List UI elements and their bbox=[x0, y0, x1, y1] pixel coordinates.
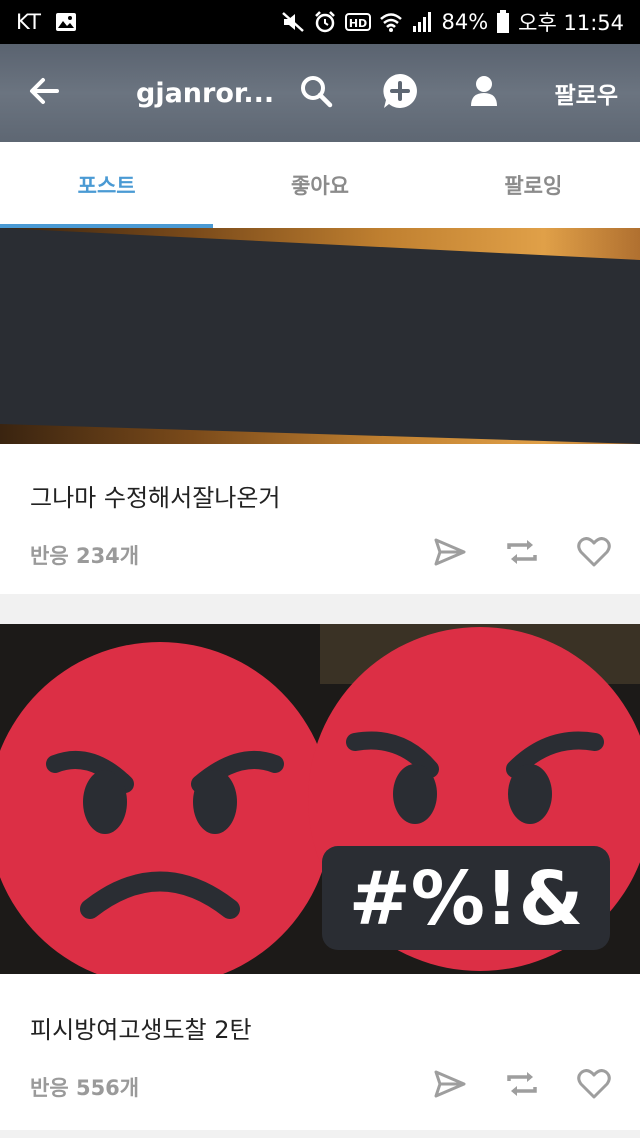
search-icon bbox=[299, 74, 333, 112]
tab-bar: 포스트 좋아요 팔로잉 bbox=[0, 142, 640, 228]
send-icon bbox=[433, 537, 467, 571]
heart-icon bbox=[577, 537, 611, 571]
like-button[interactable] bbox=[574, 534, 614, 574]
post-card: 그나마 수정해서잘나온거 반응 234개 bbox=[0, 228, 640, 594]
mute-icon bbox=[281, 11, 305, 33]
reaction-count[interactable]: 반응 556개 bbox=[30, 1072, 139, 1102]
clock: 오후 11:54 bbox=[518, 11, 624, 35]
battery-icon bbox=[496, 10, 510, 34]
reblog-icon bbox=[505, 1069, 539, 1103]
post-image[interactable] bbox=[0, 228, 640, 444]
image-icon bbox=[55, 12, 77, 32]
app-bar: gjanror... 팔로우 bbox=[0, 44, 640, 142]
add-chat-icon bbox=[381, 72, 419, 114]
reblog-button[interactable] bbox=[502, 1066, 542, 1106]
alarm-icon bbox=[313, 10, 337, 34]
status-bar: KT HD 84% 오후 11:54 bbox=[0, 0, 640, 44]
like-button[interactable] bbox=[574, 1066, 614, 1106]
tab-following[interactable]: 팔로잉 bbox=[427, 142, 640, 228]
reblog-button[interactable] bbox=[502, 534, 542, 574]
search-button[interactable] bbox=[294, 44, 338, 142]
follow-button[interactable]: 팔로우 bbox=[555, 44, 618, 142]
share-button[interactable] bbox=[430, 534, 470, 574]
wifi-icon bbox=[379, 11, 403, 33]
new-message-button[interactable] bbox=[378, 44, 422, 142]
svg-text:HD: HD bbox=[349, 17, 367, 30]
back-button[interactable] bbox=[20, 44, 68, 142]
share-button[interactable] bbox=[430, 1066, 470, 1106]
carrier-label: KT bbox=[16, 10, 41, 34]
post-title[interactable]: 그나마 수정해서잘나온거 bbox=[30, 478, 281, 513]
tab-posts[interactable]: 포스트 bbox=[0, 142, 214, 228]
signal-icon bbox=[411, 11, 433, 33]
heart-icon bbox=[577, 1069, 611, 1103]
reblog-icon bbox=[505, 537, 539, 571]
tab-likes[interactable]: 좋아요 bbox=[213, 142, 426, 228]
back-arrow-icon bbox=[27, 76, 61, 110]
grawlix-text: #%!& bbox=[349, 856, 583, 942]
send-icon bbox=[433, 1069, 467, 1103]
hd-icon: HD bbox=[345, 12, 372, 32]
blog-title: gjanror... bbox=[136, 77, 275, 109]
post-title[interactable]: 피시방여고생도찰 2탄 bbox=[30, 1010, 252, 1045]
profile-button[interactable] bbox=[462, 44, 506, 142]
battery-percent: 84% bbox=[441, 10, 489, 34]
post-card: #%!& 피시방여고생도찰 2탄 반응 556개 bbox=[0, 624, 640, 1130]
reaction-count[interactable]: 반응 234개 bbox=[30, 540, 139, 570]
post-image[interactable]: #%!& bbox=[0, 624, 640, 974]
profile-icon bbox=[470, 75, 498, 111]
